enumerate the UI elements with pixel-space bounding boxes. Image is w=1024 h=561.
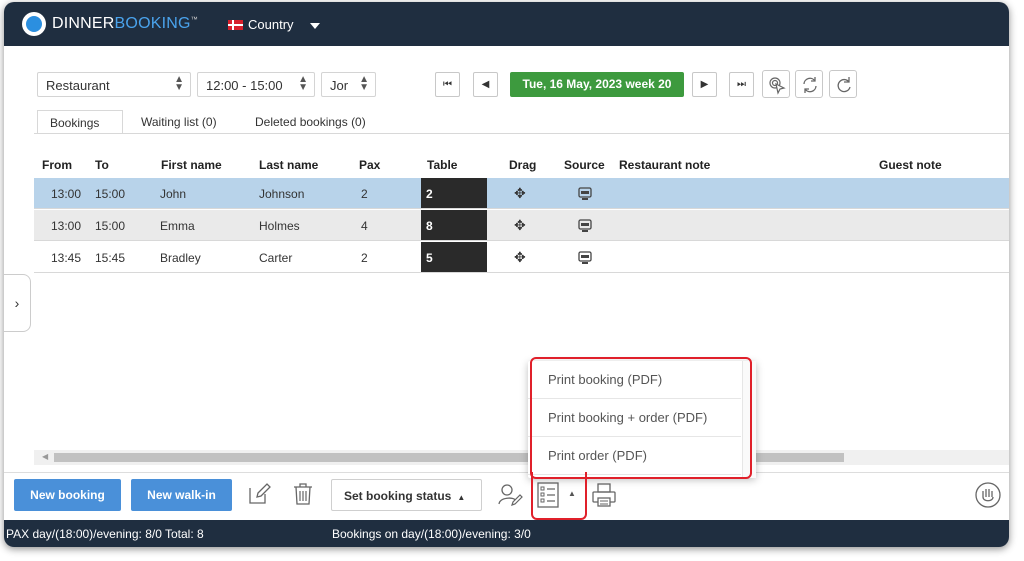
set-booking-status-label: Set booking status — [344, 489, 452, 503]
col-table[interactable]: Table — [427, 158, 457, 172]
updown-icon: ▲ ▼ — [359, 74, 369, 93]
shift-select-value: Jor — [330, 78, 348, 93]
col-source[interactable]: Source — [564, 158, 605, 172]
table-row[interactable]: 13:45 15:45 Bradley Carter 2 5 ✥ — [34, 242, 1009, 273]
restaurant-select[interactable]: Restaurant ▲ ▼ — [37, 72, 191, 97]
double-left-icon: ⏮ — [443, 79, 452, 90]
col-from[interactable]: From — [42, 158, 72, 172]
cell-table[interactable]: 5 — [421, 242, 487, 272]
pax-status: PAX day/(18:00)/evening: 8/0 Total: 8 — [6, 527, 204, 541]
sidebar-toggle-button[interactable]: › — [4, 274, 31, 332]
tab-waiting-list[interactable]: Waiting list (0) — [129, 110, 229, 134]
cell-last-name: Johnson — [259, 187, 305, 201]
new-booking-button[interactable]: New booking — [14, 479, 121, 511]
cell-from: 13:00 — [51, 219, 82, 233]
trash-icon[interactable] — [292, 482, 314, 506]
move-icon[interactable]: ✥ — [514, 217, 526, 234]
computer-icon — [578, 251, 592, 264]
logo-text[interactable]: DINNERBOOKING™ — [52, 15, 198, 33]
chevron-down-icon[interactable] — [310, 23, 320, 29]
updown-icon: ▲ ▼ — [174, 74, 184, 93]
touch-icon — [769, 77, 786, 95]
cell-table[interactable]: 8 — [421, 210, 487, 240]
cell-to: 15:00 — [95, 219, 126, 233]
refresh-button[interactable] — [795, 70, 823, 98]
cell-last-name: Carter — [259, 251, 293, 265]
reload-icon — [837, 77, 851, 93]
cell-first-name: John — [160, 187, 187, 201]
col-restaurant-note[interactable]: Restaurant note — [619, 158, 710, 172]
restaurant-select-value: Restaurant — [46, 78, 110, 93]
double-right-icon: ⏭ — [737, 79, 746, 90]
col-pax[interactable]: Pax — [359, 158, 380, 172]
chevron-up-icon: ▲ — [457, 493, 466, 502]
cell-from: 13:45 — [51, 251, 82, 265]
table-row[interactable]: 13:00 15:00 Emma Holmes 4 8 ✥ — [34, 210, 1009, 241]
user-edit-icon[interactable] — [498, 483, 524, 507]
computer-icon — [578, 219, 592, 232]
top-bar: DINNERBOOKING™ Country — [4, 2, 1009, 46]
tab-bookings[interactable]: Bookings — [37, 110, 123, 134]
col-last-name[interactable]: Last name — [259, 158, 318, 172]
refresh-icon — [803, 77, 817, 93]
col-guest-note[interactable]: Guest note — [879, 158, 942, 172]
col-drag[interactable]: Drag — [509, 158, 536, 172]
cell-pax: 2 — [361, 187, 368, 201]
printer-icon[interactable] — [591, 482, 617, 508]
set-booking-status-button[interactable]: Set booking status ▲ — [331, 479, 482, 511]
time-select[interactable]: 12:00 - 15:00 ▲ ▼ — [197, 72, 315, 97]
denmark-flag-icon — [228, 20, 243, 30]
cell-first-name: Emma — [160, 219, 195, 233]
col-to[interactable]: To — [95, 158, 109, 172]
cell-to: 15:45 — [95, 251, 126, 265]
highlight-box — [531, 472, 587, 520]
logo-trademark: ™ — [190, 16, 198, 24]
highlight-box — [530, 357, 752, 479]
move-icon[interactable]: ✥ — [514, 185, 526, 202]
country-selector[interactable]: Country — [248, 17, 294, 32]
cell-last-name: Holmes — [259, 219, 300, 233]
chevron-right-icon: › — [14, 295, 20, 311]
time-select-value: 12:00 - 15:00 — [206, 78, 283, 93]
left-icon: ◀ — [481, 79, 490, 90]
edit-icon[interactable] — [247, 482, 271, 506]
first-date-button[interactable]: ⏮ — [435, 72, 460, 97]
next-date-button[interactable]: ▶ — [692, 72, 717, 97]
tab-divider — [34, 133, 1009, 134]
move-icon[interactable]: ✥ — [514, 249, 526, 266]
logo-colored: BOOKING — [114, 15, 191, 32]
horizontal-scrollbar[interactable]: ◀ — [34, 450, 1009, 465]
tab-deleted-bookings[interactable]: Deleted bookings (0) — [243, 110, 378, 134]
prev-date-button[interactable]: ◀ — [473, 72, 498, 97]
shift-select[interactable]: Jor ▲ ▼ — [321, 72, 376, 97]
cell-from: 13:00 — [51, 187, 82, 201]
logo-bold: DINNER — [52, 15, 115, 32]
bookings-status: Bookings on day/(18:00)/evening: 3/0 — [332, 527, 531, 541]
cell-table[interactable]: 2 — [421, 178, 487, 208]
cell-first-name: Bradley — [160, 251, 201, 265]
new-walkin-button[interactable]: New walk-in — [131, 479, 232, 511]
reload-button[interactable] — [829, 70, 857, 98]
updown-icon: ▲ ▼ — [298, 74, 308, 93]
hand-icon[interactable] — [974, 481, 1002, 509]
touch-button[interactable] — [762, 70, 790, 98]
cell-pax: 2 — [361, 251, 368, 265]
logo-icon[interactable] — [22, 12, 46, 36]
app-window: DINNERBOOKING™ Country Restaurant ▲ ▼ 12:… — [4, 2, 1009, 547]
status-bar: PAX day/(18:00)/evening: 8/0 Total: 8 Bo… — [4, 520, 1009, 547]
table-row[interactable]: 13:00 15:00 John Johnson 2 2 ✥ — [34, 178, 1009, 209]
cell-to: 15:00 — [95, 187, 126, 201]
date-button[interactable]: Tue, 16 May, 2023 week 20 — [510, 72, 684, 97]
computer-icon — [578, 187, 592, 200]
col-first-name[interactable]: First name — [161, 158, 222, 172]
cell-pax: 4 — [361, 219, 368, 233]
last-date-button[interactable]: ⏭ — [729, 72, 754, 97]
right-icon: ▶ — [700, 79, 709, 90]
scroll-left-icon[interactable]: ◀ — [42, 452, 48, 461]
